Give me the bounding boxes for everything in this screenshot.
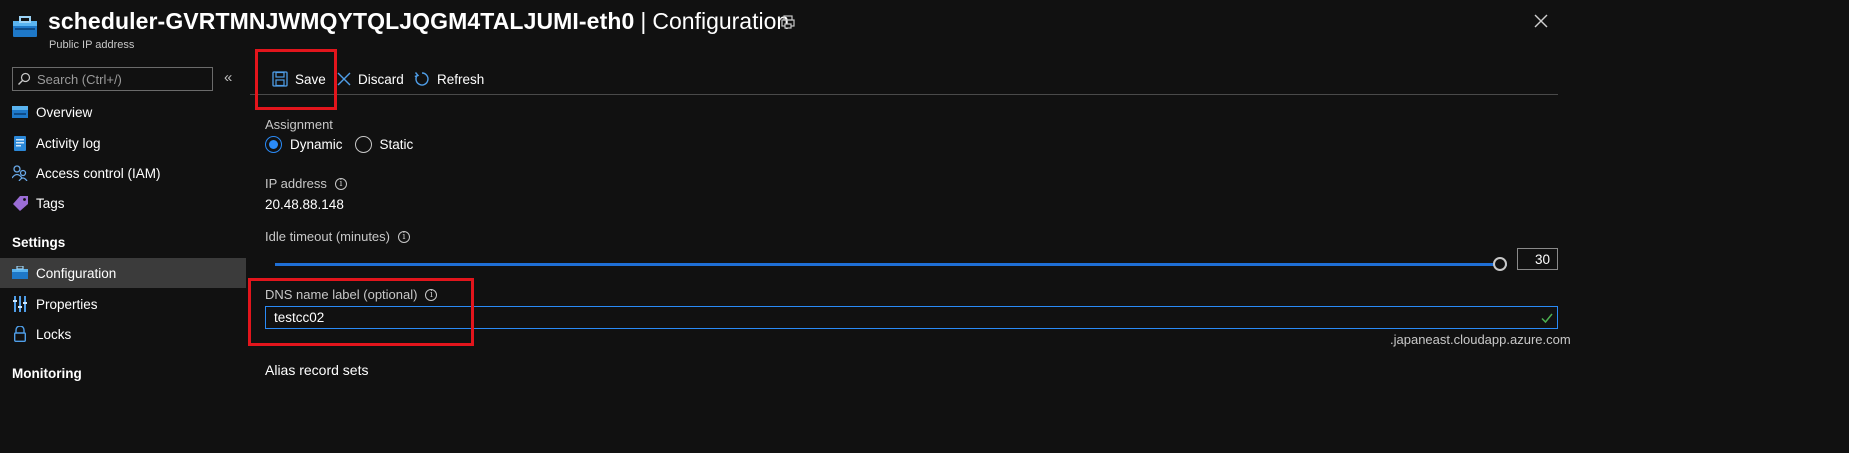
save-icon: [272, 71, 288, 87]
valid-check-icon: [1541, 313, 1553, 324]
activity-log-icon: [12, 135, 28, 151]
idle-timeout-slider[interactable]: [275, 257, 1507, 271]
sidebar-item-label: Tags: [36, 195, 65, 211]
configuration-icon: [12, 265, 28, 281]
overview-icon: [12, 104, 28, 120]
sidebar-item-label: Activity log: [36, 135, 101, 151]
ip-address-value: 20.48.88.148: [265, 197, 344, 212]
ip-address-label: IP address i: [265, 176, 347, 191]
title-separator: |: [640, 8, 647, 34]
iam-icon: [12, 165, 28, 181]
section-settings: Settings: [12, 235, 66, 250]
radio-label: Static: [379, 137, 414, 152]
dns-name-input[interactable]: [265, 306, 1558, 329]
assignment-radio-group: Dynamic Static: [265, 136, 425, 153]
info-icon[interactable]: i: [398, 230, 410, 243]
info-icon[interactable]: i: [425, 288, 438, 301]
properties-icon: [12, 296, 28, 312]
search-icon: [18, 72, 31, 85]
refresh-icon: [414, 72, 429, 86]
sidebar-item-properties[interactable]: Properties: [0, 289, 246, 319]
assignment-label: Assignment: [265, 117, 333, 132]
slider-thumb[interactable]: [1493, 257, 1507, 271]
sidebar-item-label: Configuration: [36, 265, 117, 281]
sidebar-item-label: Overview: [36, 104, 93, 120]
idle-timeout-input[interactable]: [1517, 248, 1558, 270]
assignment-label-text: Assignment: [265, 117, 333, 132]
tag-icon: [12, 195, 28, 211]
discard-icon: [337, 72, 351, 86]
sidebar-item-configuration[interactable]: Configuration: [0, 258, 246, 288]
alias-record-sets-heading: Alias record sets: [265, 362, 369, 378]
close-icon[interactable]: [1533, 13, 1549, 29]
sidebar-item-activity-log[interactable]: Activity log: [0, 128, 246, 158]
sidebar-item-overview[interactable]: Overview: [0, 97, 246, 127]
idle-timeout-label: Idle timeout (minutes) i: [265, 229, 410, 244]
refresh-label: Refresh: [437, 71, 485, 87]
page-name: Configuration: [652, 8, 790, 34]
sidebar-item-label: Locks: [36, 326, 72, 342]
page-title: scheduler-GVRTMNJWMQYTQLJQGM4TALJUMI-eth…: [48, 8, 789, 35]
sidebar-item-iam[interactable]: Access control (IAM): [0, 158, 246, 188]
slider-track: [275, 263, 1507, 266]
section-monitoring: Monitoring: [12, 366, 82, 381]
resource-name: scheduler-GVRTMNJWMQYTQLJQGM4TALJUMI-eth…: [48, 8, 635, 34]
refresh-button[interactable]: Refresh: [414, 69, 484, 89]
radio-circle: [354, 136, 372, 153]
search-input[interactable]: [37, 71, 207, 87]
command-bar: Save Discard Refresh: [250, 62, 1558, 95]
configuration-pane: Save Discard Refresh Assignment Dynamic: [248, 49, 1849, 453]
blade-header: scheduler-GVRTMNJWMQYTQLJQGM4TALJUMI-eth…: [0, 0, 1849, 62]
dns-label-text: DNS name label (optional): [265, 287, 418, 302]
save-label: Save: [295, 71, 326, 87]
ip-address-label-text: IP address: [265, 176, 327, 191]
discard-label: Discard: [358, 71, 404, 87]
info-icon[interactable]: i: [334, 177, 347, 190]
sidebar-item-label: Properties: [36, 296, 98, 312]
discard-button[interactable]: Discard: [337, 69, 404, 89]
lock-icon: [12, 326, 28, 342]
dns-suffix: .japaneast.cloudapp.azure.com: [1390, 332, 1571, 347]
sidebar-item-label: Access control (IAM): [36, 165, 161, 181]
collapse-menu-button[interactable]: «: [224, 70, 238, 86]
menu-search[interactable]: [12, 67, 213, 91]
sidebar-item-tags[interactable]: Tags: [0, 188, 246, 218]
resource-type: Public IP address: [49, 39, 135, 51]
dns-label: DNS name label (optional) i: [265, 287, 438, 302]
print-icon[interactable]: [780, 14, 796, 30]
save-button[interactable]: Save: [272, 69, 326, 89]
radio-label: Dynamic: [290, 137, 343, 152]
radio-circle-checked: [265, 136, 282, 153]
sidebar-item-locks[interactable]: Locks: [0, 319, 246, 349]
idle-timeout-label-text: Idle timeout (minutes): [265, 229, 390, 244]
radio-dynamic[interactable]: Dynamic: [265, 136, 343, 153]
radio-static[interactable]: Static: [354, 136, 414, 153]
public-ip-address-icon: [13, 16, 37, 37]
resource-menu: « Overview Activity log Access control (…: [0, 62, 246, 453]
